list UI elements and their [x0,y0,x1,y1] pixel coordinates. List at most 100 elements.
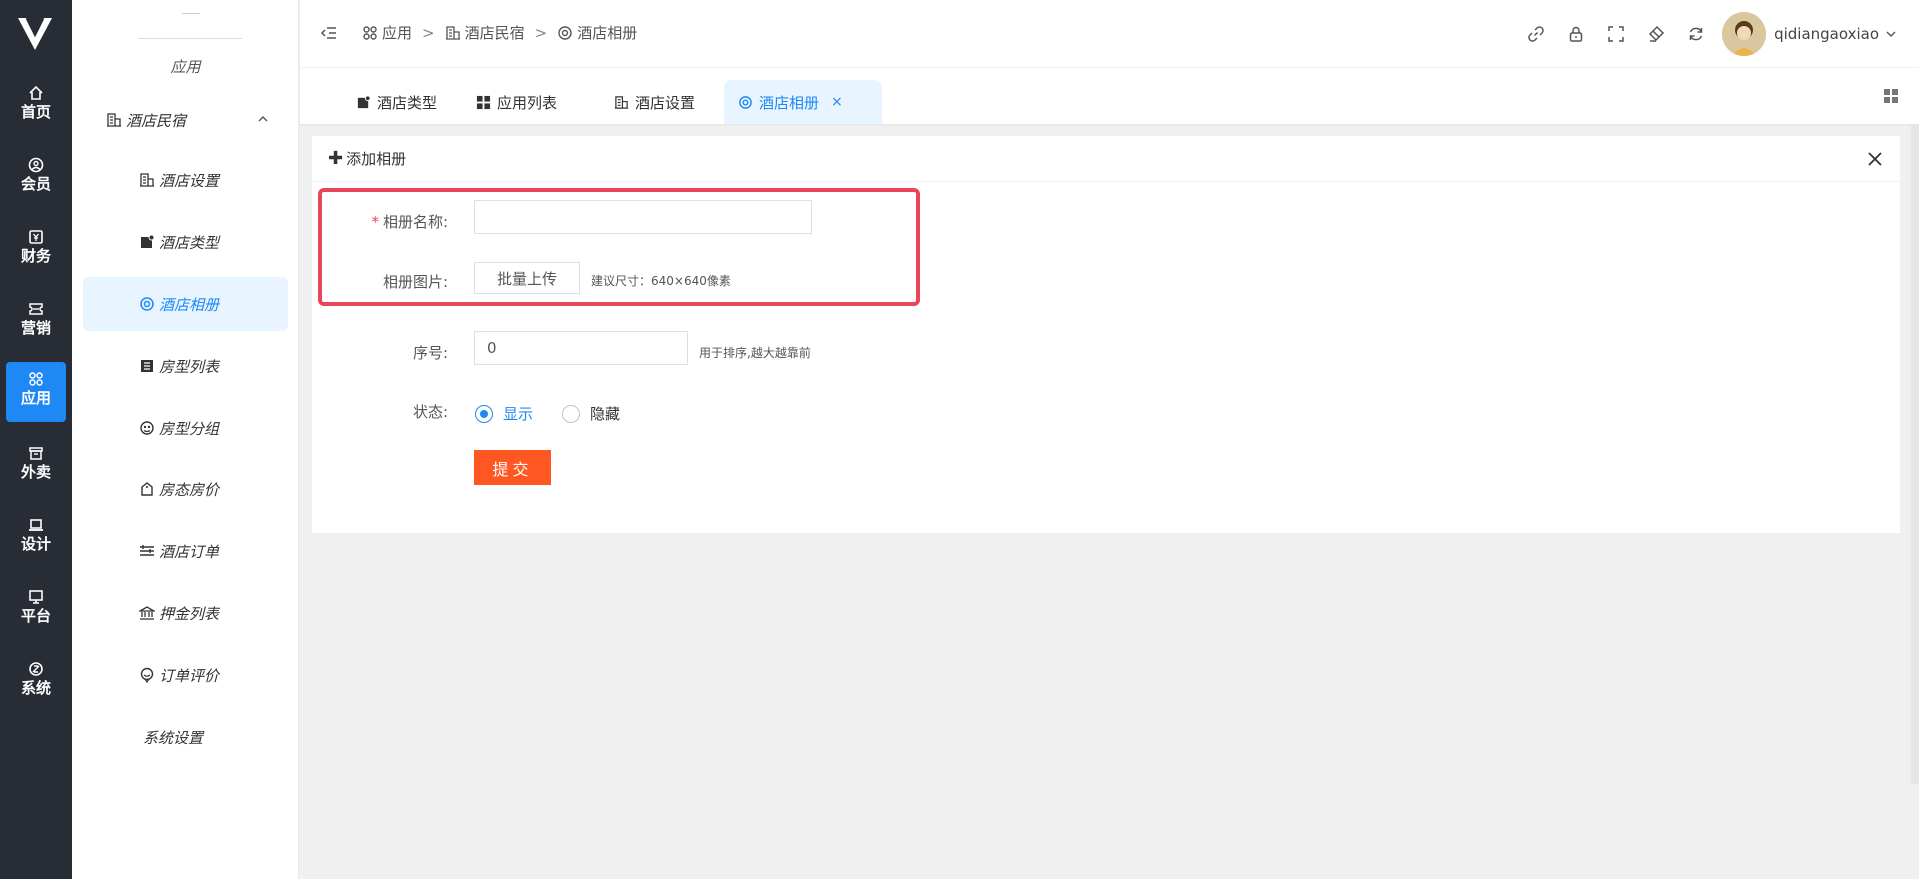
batch-upload-button[interactable]: 批量上传 [474,262,580,294]
scrollbar[interactable] [1911,124,1919,784]
submenu-item-label: 订单评价 [159,666,220,685]
submenu-item-hotel-orders[interactable]: 酒店订单 [83,524,288,578]
album-name-label: * 相册名称: [318,211,448,232]
submit-button[interactable]: 提交 [474,450,551,485]
tab-label: 酒店相册 [759,93,820,112]
nav-design[interactable]: 设计 [6,508,66,568]
fullscreen-icon[interactable] [1596,14,1636,54]
submenu-item-label: 房型分组 [159,419,220,438]
tab-app-list[interactable]: 应用列表 [462,80,571,124]
submenu-item-room-types[interactable]: 房型列表 [83,339,288,393]
chevron-up-icon [258,116,268,122]
submenu-item-room-prices[interactable]: 房态房价 [83,462,288,516]
breadcrumb-separator: > [422,23,435,42]
logo [18,17,52,50]
list-icon [141,360,153,372]
submenu: 应用 酒店民宿 酒店设置 酒店类型 酒店相册 房型列表 房型分组 房态房价 酒店… [72,0,299,879]
monitor-icon [29,590,43,604]
status-radio-show[interactable]: 显示 [475,403,533,424]
refresh-icon[interactable] [1676,14,1716,54]
box-icon [29,447,43,460]
collapse-menu-icon[interactable] [320,24,338,42]
upload-hint: 建议尺寸：640×640像素 [591,274,731,288]
nav-label: 系统 [20,679,51,697]
top-header: 应用 > 酒店民宿 > 酒店相册 qidiangaoxiao [300,0,1919,68]
nav-label: 设计 [20,535,51,553]
radio-circle [475,404,493,423]
submenu-item-hotel-album[interactable]: 酒店相册 [83,277,288,331]
avatar[interactable] [1722,12,1767,56]
building-icon [445,25,460,40]
target-icon [739,95,752,109]
comment-icon [140,667,154,683]
required-mark: * [371,213,379,231]
user-icon [28,157,44,173]
submenu-item-label: 酒店类型 [159,233,220,252]
radio-label: 显示 [503,405,534,423]
nav-apps[interactable]: 应用 [6,362,66,422]
submenu-item-label: 酒店设置 [159,171,220,190]
tag-icon [141,234,155,248]
order-lines-icon [140,545,154,556]
breadcrumb-label: 酒店相册 [577,24,638,42]
nav-home[interactable]: 首页 [6,76,66,136]
status-radio-hide[interactable]: 隐藏 [562,403,620,424]
nav-label: 营销 [20,319,51,337]
link-icon[interactable] [1516,14,1556,54]
nav-finance[interactable]: 财务 [6,220,66,280]
bank-icon [139,606,155,620]
panel-header: ✚ 添加相册 [312,136,1900,182]
status-label: 状态: [412,403,448,421]
group-icon [140,421,154,435]
building-icon [614,95,629,109]
submenu-item-hotel-types[interactable]: 酒店类型 [83,215,288,269]
tab-close-icon[interactable]: × [831,94,843,110]
album-images-label: 相册图片: [382,273,448,291]
breadcrumb-item-hotel[interactable]: 酒店民宿 [445,22,525,43]
panel-title: 添加相册 [346,150,407,168]
submenu-item-system-settings[interactable]: 系统设置 [83,710,288,764]
nav-marketing[interactable]: 营销 [6,292,66,352]
tab-hotel-types[interactable]: 酒店类型 [342,80,451,124]
username[interactable]: qidiangaoxiao [1774,25,1879,43]
target-icon [558,25,572,40]
group-title-text: 应用 [170,58,201,76]
submenu-item-room-groups[interactable]: 房型分组 [83,401,288,455]
nav-system[interactable]: 系统 [6,652,66,712]
nav-takeout[interactable]: 外卖 [6,436,66,496]
tab-hotel-settings[interactable]: 酒店设置 [600,80,709,124]
submenu-item-label: 押金列表 [159,604,220,623]
tag-icon [357,94,371,108]
nav-platform[interactable]: 平台 [6,580,66,640]
nav-label: 外卖 [20,463,51,481]
breadcrumb-label: 应用 [382,24,413,42]
submenu-group-title: 应用 [72,56,299,77]
settings-icon [29,662,43,676]
album-name-input[interactable] [474,200,812,234]
submenu-parent-hotel[interactable]: 酒店民宿 [106,108,296,132]
tab-label: 酒店设置 [635,93,696,112]
tab-bar: 酒店类型 应用列表 酒店设置 酒店相册 × [300,68,1919,124]
tab-menu-grid-icon[interactable] [1883,88,1899,104]
order-input[interactable]: 0 [474,331,688,365]
order-hint: 用于排序,越大越靠前 [699,346,811,360]
nav-label: 会员 [20,175,51,193]
breadcrumb-item-apps[interactable]: 应用 [362,22,412,43]
tab-hotel-album[interactable]: 酒店相册 × [724,80,882,124]
radio-circle [562,404,580,423]
close-icon[interactable] [1866,150,1884,168]
target-icon [140,297,154,311]
submenu-item-label: 系统设置 [143,728,204,747]
nav-member[interactable]: 会员 [6,148,66,208]
building-icon [140,173,154,187]
laptop-icon [29,519,43,531]
breadcrumb-separator: > [534,23,548,42]
lock-icon[interactable] [1556,14,1596,54]
order-label: 序号: [412,344,448,362]
submenu-item-reviews[interactable]: 订单评价 [83,648,288,702]
chevron-down-icon[interactable] [1885,28,1897,40]
main-sidebar: 首页 会员 财务 营销 应用 外卖 设计 平台 系统 [0,0,72,879]
clear-icon[interactable] [1636,14,1676,54]
submenu-item-deposits[interactable]: 押金列表 [83,586,288,640]
submenu-item-hotel-settings[interactable]: 酒店设置 [83,153,288,207]
